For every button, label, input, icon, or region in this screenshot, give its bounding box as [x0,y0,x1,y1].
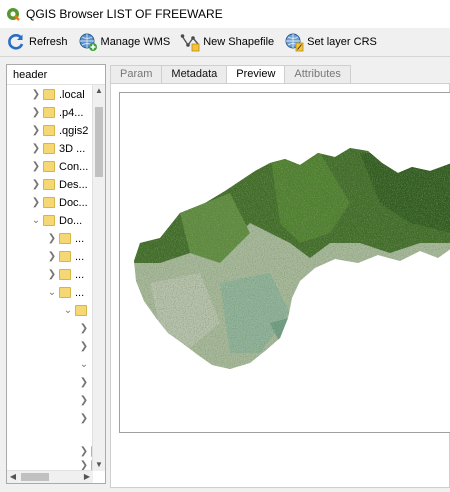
new-shapefile-button[interactable]: New Shapefile [174,30,278,54]
folder-icon [43,161,55,172]
chevron-right-icon[interactable]: ❯ [31,161,41,172]
folder-icon [59,233,71,244]
raster-map-preview [134,148,450,369]
chevron-right-icon[interactable]: ❯ [47,233,57,244]
manage-wms-button[interactable]: Manage WMS [72,30,175,54]
tree-item-label: ... [75,232,85,245]
folder-icon [43,107,55,118]
scroll-left-arrow-icon[interactable]: ◀ [7,471,19,483]
refresh-label: Refresh [29,36,68,48]
chevron-right-icon[interactable]: ❯ [79,413,89,424]
globe-wms-icon [79,33,97,51]
chevron-right-icon[interactable]: ❯ [47,269,57,280]
set-crs-icon [285,33,304,52]
tab-bar: Param Metadata Preview Attributes [110,65,351,84]
tab-attributes[interactable]: Attributes [284,65,351,83]
chevron-right-icon[interactable]: ❯ [79,323,89,334]
qgis-logo-icon [7,8,20,21]
folder-icon [59,269,71,280]
folder-icon [43,143,55,154]
scroll-down-arrow-icon[interactable]: ▼ [93,459,105,471]
tree-item-label: ... [75,286,85,299]
chevron-right-icon[interactable]: ❯ [79,377,89,388]
scrollbar-thumb[interactable] [95,107,103,177]
toolbar: Refresh Manage WMS New Shapefile Set lay… [0,28,450,57]
refresh-button[interactable]: Refresh [0,30,72,54]
chevron-right-icon[interactable]: ❯ [79,446,89,457]
tree-item-label: Do... [59,214,83,227]
chevron-down-icon[interactable]: ⌄ [47,287,57,298]
scroll-right-arrow-icon[interactable]: ▶ [81,471,93,483]
chevron-right-icon[interactable]: ❯ [31,179,41,190]
tab-metadata[interactable]: Metadata [161,65,228,83]
tree-item-label: ... [75,250,85,263]
chevron-right-icon[interactable]: ❯ [31,143,41,154]
folder-icon [59,251,71,262]
tree-vertical-scrollbar[interactable]: ▲ ▼ [92,85,105,471]
refresh-icon [8,34,24,50]
tree-header: header [7,65,105,85]
map-preview-canvas[interactable] [119,92,450,433]
tree-item-label: .local [59,88,85,101]
chevron-right-icon[interactable]: ❯ [47,251,57,262]
tree-horizontal-scrollbar[interactable]: ◀ ▶ [7,470,93,483]
chevron-right-icon[interactable]: ❯ [79,395,89,406]
tab-param[interactable]: Param [110,65,163,83]
scrollbar-thumb[interactable] [21,473,49,481]
folder-icon [75,305,87,316]
set-layer-crs-label: Set layer CRS [307,36,377,48]
preview-panel [110,83,450,488]
tree-item-label: .p4... [59,106,84,119]
folder-icon [43,215,55,226]
folder-icon [43,89,55,100]
window-title: QGIS Browser LIST OF FREEWARE [26,7,223,21]
manage-wms-label: Manage WMS [100,36,171,48]
tree-item-label: Des... [59,178,88,191]
status-strip [0,488,450,492]
chevron-right-icon[interactable]: ❯ [31,125,41,136]
tab-preview[interactable]: Preview [226,65,286,84]
chevron-right-icon[interactable]: ❯ [31,197,41,208]
tree-item-label: 3D ... [59,142,86,155]
chevron-down-icon[interactable]: ⌄ [79,359,89,370]
folder-icon [43,125,55,136]
chevron-right-icon[interactable]: ❯ [31,89,41,100]
folder-icon [43,179,55,190]
new-shapefile-icon [180,34,200,52]
chevron-down-icon[interactable]: ⌄ [31,215,41,226]
tree-item-label: ... [75,268,85,281]
scroll-up-arrow-icon[interactable]: ▲ [93,85,105,97]
new-shapefile-label: New Shapefile [203,36,275,48]
folder-icon [59,287,71,298]
browser-tree[interactable]: header ❯ .local ❯ .p4... ❯ .qgis2 ❯ 3D .… [6,64,106,484]
chevron-right-icon[interactable]: ❯ [79,341,89,352]
tree-item-label: .qgis2 [59,124,89,137]
chevron-right-icon[interactable]: ❯ [31,107,41,118]
set-layer-crs-button[interactable]: Set layer CRS [278,30,381,54]
title-bar: QGIS Browser LIST OF FREEWARE [0,0,450,28]
tree-item-label: Doc... [59,196,88,209]
chevron-down-icon[interactable]: ⌄ [63,305,73,316]
tree-item-label: Con... [59,160,89,173]
folder-icon [43,197,55,208]
